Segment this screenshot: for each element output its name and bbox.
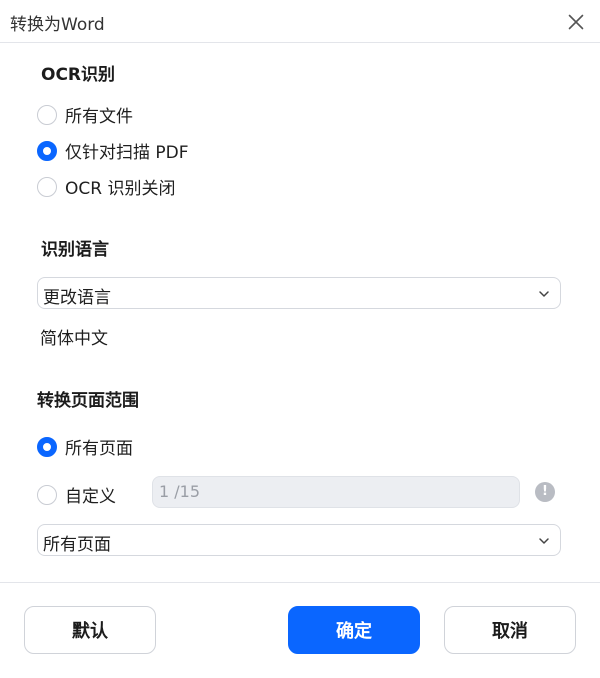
radio-button[interactable]	[37, 176, 57, 197]
confirm-button[interactable]: 确定	[288, 606, 420, 654]
footer-divider	[0, 582, 600, 583]
close-icon	[568, 14, 584, 30]
cancel-button[interactable]: 取消	[444, 606, 576, 654]
radio-label: 自定义	[65, 487, 116, 507]
radio-label: OCR 识别关闭	[65, 179, 176, 199]
close-button[interactable]	[560, 6, 592, 38]
page-range-dropdown-value: 所有页面	[43, 535, 111, 555]
chevron-down-icon	[539, 538, 549, 544]
radio-button[interactable]	[37, 140, 57, 161]
title-bar: 转换为Word	[0, 0, 600, 43]
radio-ocr-scanned-only[interactable]: 仅针对扫描 PDF	[37, 138, 189, 163]
radio-all-pages[interactable]: 所有页面	[37, 434, 133, 459]
radio-label: 仅针对扫描 PDF	[65, 143, 189, 163]
page-range-dropdown[interactable]: 所有页面	[37, 524, 561, 556]
language-dropdown[interactable]: 更改语言	[37, 277, 561, 309]
radio-ocr-off[interactable]: OCR 识别关闭	[37, 174, 175, 199]
radio-button[interactable]	[37, 436, 57, 457]
radio-button[interactable]	[37, 104, 57, 125]
radio-button[interactable]	[37, 484, 57, 505]
default-button[interactable]: 默认	[24, 606, 156, 654]
page-range-section-title: 转换页面范围	[37, 391, 139, 411]
window-title: 转换为Word	[10, 15, 105, 35]
custom-range-input[interactable]: 1 /15	[152, 476, 520, 508]
current-language: 简体中文	[40, 329, 108, 349]
language-section-title: 识别语言	[41, 240, 109, 260]
info-icon[interactable]: !	[535, 482, 555, 502]
radio-label: 所有页面	[65, 439, 133, 459]
radio-custom-range[interactable]: 自定义	[37, 482, 116, 507]
ocr-section-title: OCR识别	[41, 65, 116, 85]
radio-ocr-all-files[interactable]: 所有文件	[37, 102, 133, 127]
chevron-down-icon	[539, 291, 549, 297]
language-dropdown-value: 更改语言	[43, 288, 111, 308]
radio-label: 所有文件	[65, 107, 133, 127]
